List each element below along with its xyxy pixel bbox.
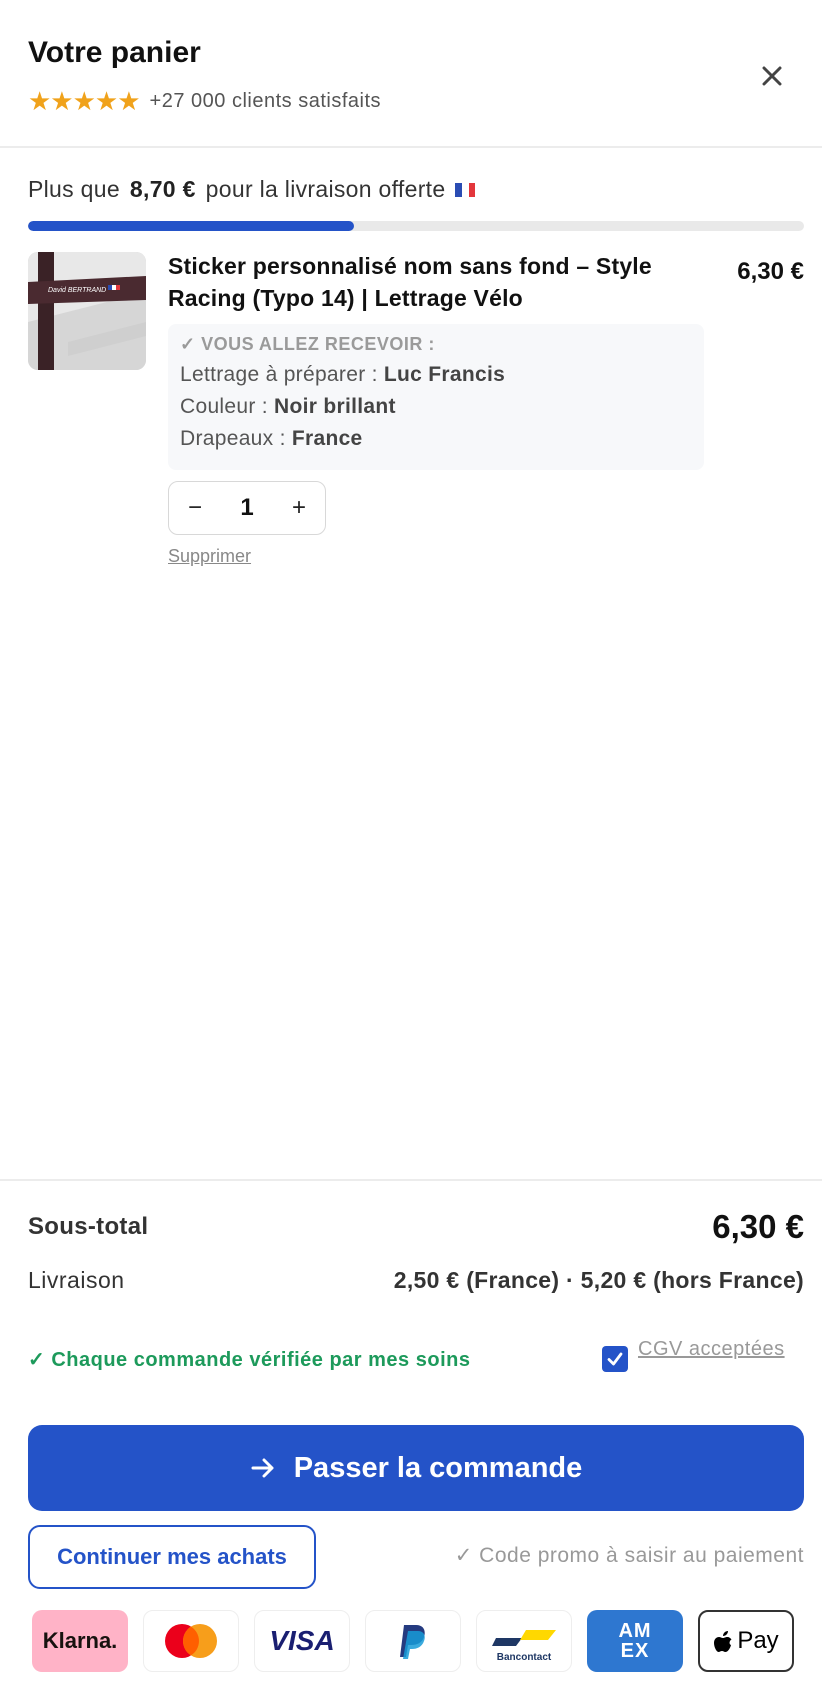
shipping-label: Livraison (28, 1267, 125, 1293)
amex-icon: AM EX (587, 1610, 683, 1672)
close-icon (762, 66, 782, 86)
free-shipping-progress (28, 221, 804, 231)
detail-color: Couleur : Noir brillant (180, 395, 692, 419)
cgv-link[interactable]: CGV acceptées (638, 1338, 785, 1361)
detail-value: Luc Francis (383, 363, 506, 386)
amex-label: AM EX (618, 1620, 652, 1662)
cart-header: Votre panier ★★★★★ +27 000 clients satis… (0, 0, 822, 148)
free-shipping-progress-fill (28, 221, 354, 231)
bancontact-icon: Bancontact (476, 1610, 572, 1672)
shipping-value: 2,50 € (France) · 5,20 € (hors France) (393, 1267, 804, 1293)
visa-icon: VISA (254, 1610, 350, 1672)
arrow-right-icon (250, 1456, 276, 1480)
remove-item-link[interactable]: Supprimer (168, 546, 251, 567)
subtotal-value: 6,30 € (712, 1208, 804, 1245)
klarna-label: Klarna. (42, 1628, 118, 1653)
promo-code-note: ✓ Code promo à saisir au paiement (454, 1544, 804, 1567)
continue-shopping-button[interactable]: Continuer mes achats (28, 1525, 316, 1589)
free-shipping-prefix: Plus que (28, 176, 120, 202)
checkout-button[interactable]: Passer la commande (28, 1425, 804, 1511)
free-shipping-suffix: pour la livraison offerte (205, 176, 446, 202)
detail-value: Noir brillant (274, 395, 396, 418)
subtotal-label: Sous-total (28, 1213, 149, 1240)
mastercard-icon (143, 1610, 239, 1672)
rating-stars: ★★★★★ (28, 86, 141, 116)
detail-flags: Drapeaux : France (180, 427, 692, 451)
detail-value: France (291, 427, 363, 450)
apple-pay-label: Pay (737, 1627, 779, 1654)
visa-label: VISA (269, 1625, 335, 1656)
cgv-checkbox[interactable] (602, 1346, 628, 1372)
product-price: 6,30 € (737, 258, 804, 285)
apple-icon (714, 1631, 732, 1652)
cgv-checkbox-row: CGV acceptées (602, 1338, 785, 1372)
cart-title: Votre panier (28, 36, 201, 69)
quantity-decrease-button[interactable]: − (169, 482, 221, 534)
checkout-label: Passer la commande (293, 1451, 583, 1484)
check-icon (607, 1352, 623, 1366)
details-title: ✓ VOUS ALLEZ RECEVOIR : (180, 334, 435, 354)
detail-label: Couleur : (180, 395, 275, 418)
detail-lettering: Lettrage à préparer : Luc Francis (180, 363, 692, 387)
payment-methods: Klarna. VISA Bancontact AM EX Pay (32, 1610, 809, 1672)
detail-label: Lettrage à préparer : (180, 363, 384, 386)
footer-divider (0, 1179, 822, 1181)
product-name[interactable]: Sticker personnalisé nom sans fond – Sty… (168, 250, 688, 314)
rating: ★★★★★ +27 000 clients satisfaits (28, 86, 381, 117)
free-shipping-amount: 8,70 € (129, 176, 196, 202)
product-thumbnail: David BERTRAND (28, 252, 146, 370)
product-image[interactable]: David BERTRAND (28, 252, 146, 370)
france-flag-icon (455, 182, 476, 197)
free-shipping-message: Plus que 8,70 € pour la livraison offert… (28, 176, 476, 203)
quantity-value[interactable]: 1 (221, 494, 273, 522)
svg-text:Bancontact: Bancontact (497, 1652, 552, 1663)
quantity-stepper: − 1 + (168, 481, 326, 535)
quantity-increase-button[interactable]: + (273, 482, 325, 534)
apple-pay-icon: Pay (698, 1610, 794, 1672)
verified-order-text: ✓ Chaque commande vérifiée par mes soins (28, 1349, 471, 1371)
rating-text: +27 000 clients satisfaits (149, 90, 382, 112)
svg-text:David BERTRAND: David BERTRAND (48, 287, 106, 294)
close-button[interactable] (752, 56, 792, 96)
klarna-icon: Klarna. (32, 1610, 128, 1672)
detail-label: Drapeaux : (180, 427, 292, 450)
product-details-box: ✓ VOUS ALLEZ RECEVOIR : Lettrage à prépa… (168, 324, 704, 470)
paypal-icon (365, 1610, 461, 1672)
